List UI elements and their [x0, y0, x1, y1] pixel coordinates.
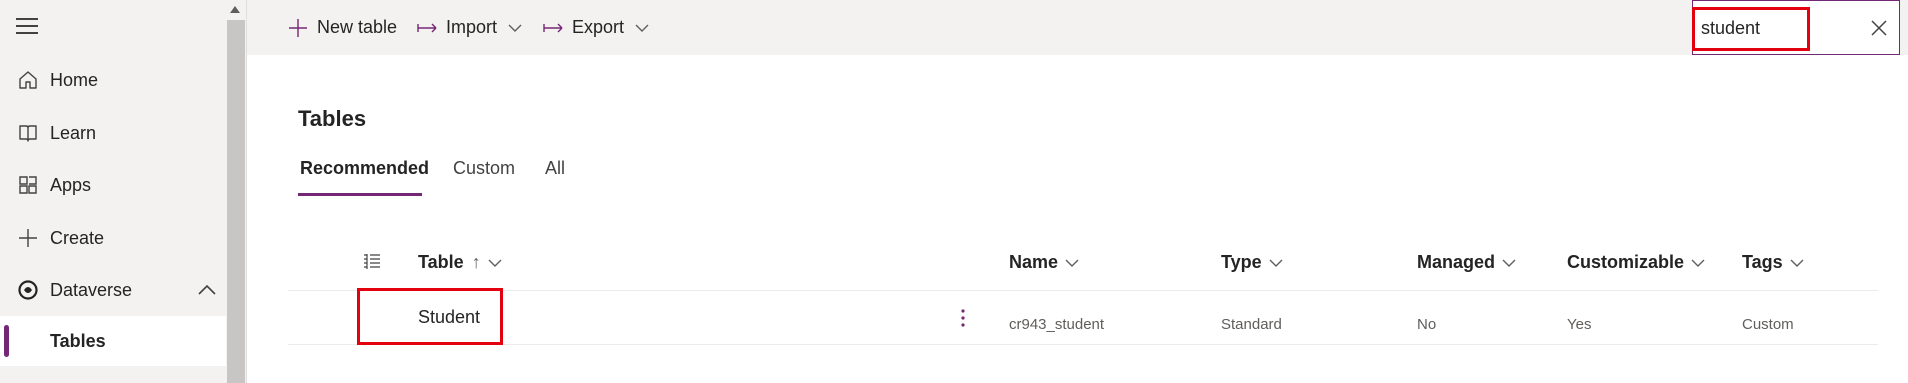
sidebar-item-label: Apps [50, 174, 92, 195]
column-header-name[interactable]: Name [1009, 252, 1080, 273]
chevron-down-icon [508, 24, 522, 32]
chevron-down-icon [635, 24, 649, 32]
new-table-label: New table [317, 17, 398, 37]
sidebar-item-label: Tables [50, 330, 106, 351]
export-icon [543, 23, 563, 32]
column-header-table[interactable]: Table ↑ [418, 252, 503, 273]
sidebar-item-label: Home [50, 69, 99, 90]
sidebar-item-dataverse[interactable]: Dataverse [0, 265, 226, 315]
sidebar-item-label: Learn [50, 122, 97, 143]
chevron-down-icon [1691, 259, 1705, 267]
divider [288, 344, 1878, 345]
table-cell-table[interactable]: Student [418, 307, 480, 328]
scrollbar-thumb[interactable] [227, 20, 245, 383]
chevron-down-icon [1269, 259, 1283, 267]
column-header-label: Table [418, 252, 464, 272]
divider [246, 0, 247, 383]
table-cell-managed: No [1417, 316, 1437, 333]
tab-recommended[interactable]: Recommended [300, 158, 429, 179]
sidebar-item-create[interactable]: Create [0, 213, 226, 263]
sidebar-item-home[interactable]: Home [0, 55, 226, 105]
column-header-label: Customizable [1567, 252, 1685, 272]
import-label: Import [446, 17, 498, 37]
tab-custom[interactable]: Custom [453, 158, 515, 179]
sidebar-item-apps[interactable]: Apps [0, 160, 226, 210]
page-title: Tables [298, 106, 367, 131]
table-cell-type: Standard [1221, 316, 1282, 333]
chevron-down-icon [1065, 259, 1079, 267]
active-tab-indicator [298, 193, 422, 196]
column-options-icon[interactable] [362, 252, 382, 272]
table-cell-customizable: Yes [1567, 316, 1592, 333]
sidebar-item-label: Dataverse [50, 279, 133, 300]
sidebar-item-tables[interactable]: Tables [0, 316, 226, 366]
chevron-down-icon [1502, 259, 1516, 267]
import-button[interactable]: Import [416, 0, 523, 55]
column-header-customizable[interactable]: Customizable [1567, 252, 1706, 273]
chevron-down-icon [488, 259, 502, 267]
hamburger-menu-icon[interactable] [16, 18, 38, 34]
column-header-label: Tags [1742, 252, 1783, 272]
sidebar-item-label: Create [50, 227, 105, 248]
column-header-tags[interactable]: Tags [1742, 252, 1805, 273]
import-icon [417, 23, 437, 32]
column-header-label: Managed [1417, 252, 1496, 272]
export-label: Export [572, 17, 625, 37]
search-input[interactable] [1701, 15, 1851, 41]
dataverse-icon [18, 280, 38, 300]
column-header-label: Type [1221, 252, 1262, 272]
plus-icon [19, 229, 37, 247]
column-header-managed[interactable]: Managed [1417, 252, 1517, 273]
column-header-type[interactable]: Type [1221, 252, 1284, 273]
selection-indicator [4, 325, 9, 357]
book-icon [19, 125, 37, 142]
plus-icon [289, 18, 307, 37]
chevron-down-icon [1790, 259, 1804, 267]
home-icon [19, 71, 37, 89]
new-table-button[interactable]: New table [287, 0, 397, 55]
close-icon[interactable] [1869, 18, 1889, 38]
search-box[interactable] [1692, 0, 1900, 55]
table-cell-tags: Custom [1742, 316, 1794, 333]
table-cell-name: cr943_student [1009, 316, 1105, 333]
sidebar-item-learn[interactable]: Learn [0, 108, 226, 158]
sort-arrow: ↑ [471, 252, 481, 272]
tab-all[interactable]: All [545, 158, 565, 179]
export-button[interactable]: Export [542, 0, 650, 55]
column-header-label: Name [1009, 252, 1059, 272]
apps-icon [19, 176, 37, 194]
scroll-up-arrow-icon[interactable] [230, 6, 240, 13]
sidebar: Home Learn Apps Create Dataverse Tables [0, 0, 226, 383]
more-options-icon[interactable] [957, 306, 969, 330]
chevron-up-icon[interactable] [195, 278, 219, 302]
